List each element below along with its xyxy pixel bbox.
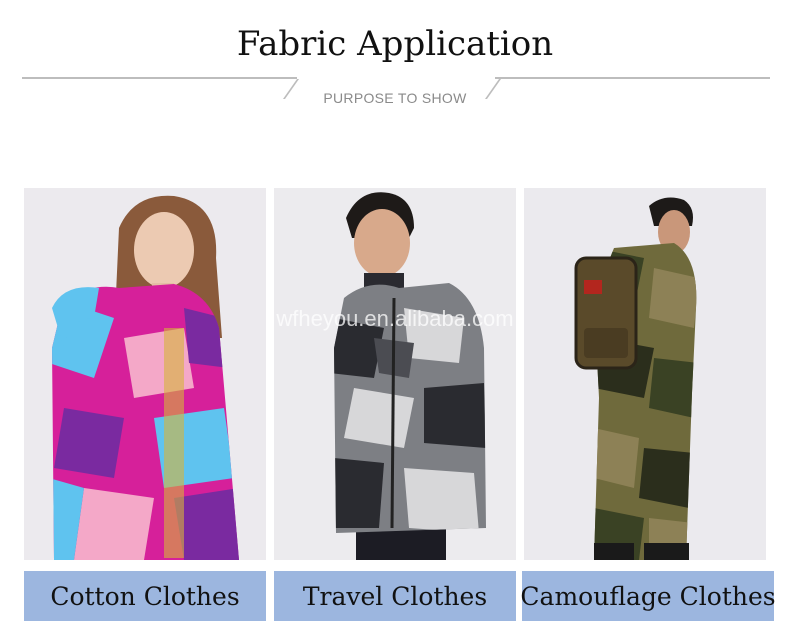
label-camouflage-clothes: Camouflage Clothes	[520, 571, 776, 621]
label-travel-clothes: Travel Clothes	[274, 571, 516, 621]
product-photo-camouflage	[524, 188, 766, 560]
title-rule-left	[22, 77, 297, 79]
product-photo-cotton	[24, 188, 266, 560]
page-subtitle: PURPOSE TO SHOW	[323, 90, 467, 106]
title-rule-right	[495, 77, 770, 79]
page-title: Fabric Application	[236, 24, 554, 64]
watermark: wfheyou.en.alibaba.com	[276, 306, 514, 331]
label-cotton-clothes: Cotton Clothes	[24, 571, 266, 621]
product-photo-travel	[274, 188, 516, 560]
